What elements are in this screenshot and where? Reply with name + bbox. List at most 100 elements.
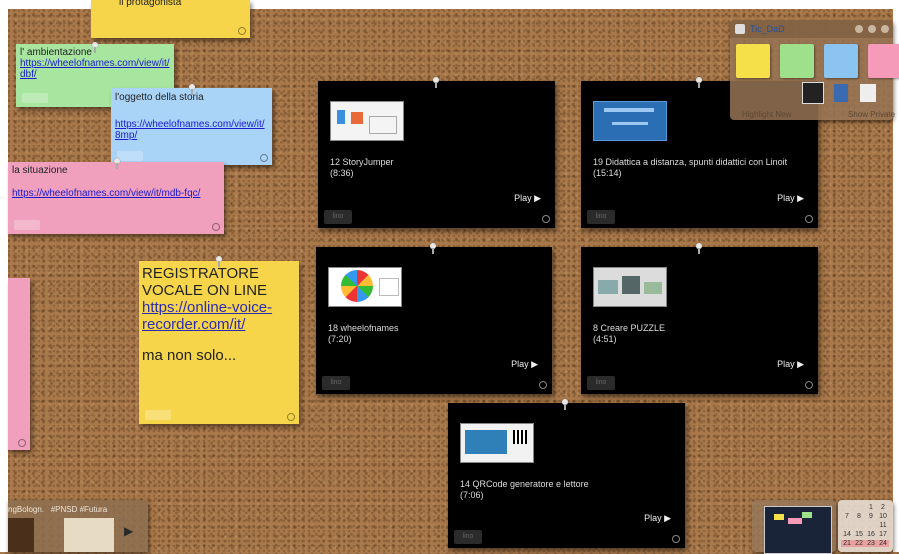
- note-corner-icon: [542, 215, 550, 223]
- note-color-swatch[interactable]: [868, 44, 899, 78]
- play-button[interactable]: Play ▶: [514, 193, 541, 204]
- calendar-day[interactable]: 17: [877, 531, 889, 538]
- video-title: 12 StoryJumper (8:36): [330, 157, 394, 178]
- play-button[interactable]: Play ▶: [777, 359, 804, 370]
- video-thumbnail: [593, 101, 667, 141]
- note-corner-icon: [212, 223, 220, 231]
- lino-logo-icon: lino: [324, 210, 352, 224]
- video-card[interactable]: 14 QRCode generatore e lettore (7:06) Pla…: [448, 403, 685, 548]
- window-button-icon[interactable]: [868, 25, 876, 33]
- pin-icon: [92, 42, 98, 53]
- calendar-day[interactable]: 7: [841, 513, 853, 520]
- calendar-day[interactable]: 21: [841, 540, 853, 547]
- play-button[interactable]: Play ▶: [644, 513, 671, 524]
- calendar-day[interactable]: 2: [877, 504, 889, 511]
- link-tool-icon[interactable]: [860, 84, 876, 102]
- video-title: 18 wheelofnames (7:20): [328, 323, 399, 344]
- calendar-panel: 1 2 7 8 9 10 11 14 15 16 17 21 22 23 24: [838, 500, 893, 552]
- note-registratore-link[interactable]: https://online-voice-recorder.com/it/: [142, 299, 296, 333]
- note-ambientazione-link[interactable]: https://wheelofnames.com/view/it/dbf/: [20, 58, 170, 80]
- calendar-day[interactable]: 23: [865, 540, 877, 547]
- note-oggetto[interactable]: l'oggetto della storia https://wheelofna…: [111, 88, 272, 165]
- calendar-row: 21 22 23 24: [841, 540, 889, 549]
- lino-logo-icon: lino: [454, 530, 482, 544]
- palette-titlebar: Tic_DaD: [730, 20, 893, 38]
- video-title: 8 Creare PUZZLE (4:51): [593, 323, 666, 344]
- calendar-day[interactable]: 14: [841, 531, 853, 538]
- highlight-new-toggle[interactable]: Highlight New: [742, 110, 791, 119]
- video-thumbnail: [330, 101, 404, 141]
- window-button-icon[interactable]: [881, 25, 889, 33]
- window-button-icon[interactable]: [855, 25, 863, 33]
- note-corner-icon: [805, 215, 813, 223]
- note-color-swatches: [736, 44, 899, 78]
- calendar-row: 12: [841, 504, 889, 513]
- frame-left-edge: [0, 0, 8, 552]
- calendar-day[interactable]: 10: [877, 513, 889, 520]
- video-card[interactable]: 8 Creare PUZZLE (4:51) Play ▶ lino: [581, 247, 818, 394]
- board-icon: [735, 24, 745, 34]
- video-card[interactable]: 12 StoryJumper (8:36) Play ▶ lino: [318, 81, 555, 228]
- pin-icon: [696, 77, 702, 88]
- tag-thumb: [64, 518, 114, 552]
- calendar-day[interactable]: 24: [877, 540, 889, 547]
- tags-panel: ngBologn. #PNSD #Futura ▶: [8, 500, 148, 552]
- note-oggetto-link[interactable]: https://wheelofnames.com/view/it/8mp/: [115, 119, 268, 141]
- board-title: Tic_DaD: [750, 24, 785, 34]
- calendar-grid: 1 2 7 8 9 10 11 14 15 16 17 21 22 23 24: [841, 504, 889, 549]
- image-tool-icon[interactable]: [802, 82, 824, 104]
- play-button[interactable]: Play ▶: [511, 359, 538, 370]
- tag-thumb: [8, 518, 34, 552]
- calendar-day[interactable]: 16: [865, 531, 877, 538]
- video-card[interactable]: 18 wheelofnames (7:20) Play ▶ lino: [316, 247, 552, 394]
- note-corner-icon: [238, 27, 246, 35]
- calendar-row: 7 8 9 10: [841, 513, 889, 522]
- note-registratore-heading: REGISTRATORE VOCALE ON LINE: [142, 265, 268, 299]
- note-corner-icon: [805, 381, 813, 389]
- tags-text[interactable]: ngBologn. #PNSD #Futura: [8, 505, 107, 514]
- video-title: 14 QRCode generatore e lettore (7:06): [460, 479, 589, 500]
- lino-logo-icon: lino: [587, 210, 615, 224]
- lino-logo-icon: lino: [322, 376, 350, 390]
- calendar-day[interactable]: 1: [865, 504, 877, 511]
- video-thumbnail: [593, 267, 667, 307]
- note-corner-icon: [539, 381, 547, 389]
- calendar-day[interactable]: 9: [865, 513, 877, 520]
- pin-icon: [433, 77, 439, 88]
- calendar-day[interactable]: 22: [853, 540, 865, 547]
- note-palette-panel: Tic_DaD Highlight New Show Private: [730, 20, 899, 120]
- note-registratore[interactable]: REGISTRATORE VOCALE ON LINE https://onli…: [139, 261, 299, 424]
- lino-logo-icon: lino: [587, 376, 615, 390]
- note-pink-partial[interactable]: [8, 278, 30, 450]
- note-corner-icon: [287, 413, 295, 421]
- pin-icon: [696, 243, 702, 254]
- pin-icon: [189, 84, 195, 95]
- note-situazione[interactable]: la situazione https://wheelofnames.com/v…: [8, 162, 224, 234]
- note-color-swatch[interactable]: [736, 44, 770, 78]
- video-title: 19 Didattica a distanza, spunti didattic…: [593, 157, 788, 178]
- pin-icon: [114, 158, 120, 169]
- calendar-row: 14 15 16 17: [841, 531, 889, 540]
- note-situazione-link[interactable]: https://wheelofnames.com/view/it/mdb-fqc…: [12, 188, 220, 199]
- note-color-swatch[interactable]: [780, 44, 814, 78]
- note-color-swatch[interactable]: [824, 44, 858, 78]
- calendar-day[interactable]: 15: [853, 531, 865, 538]
- note-stamp-icon: [117, 151, 143, 161]
- note-protagonista-text: il protagonista: [119, 0, 182, 8]
- note-stamp-icon: [145, 410, 171, 420]
- note-protagonista[interactable]: il protagonista: [91, 0, 250, 38]
- calendar-day[interactable]: 11: [877, 522, 889, 529]
- pin-icon: [430, 243, 436, 254]
- note-corner-icon: [260, 154, 268, 162]
- calendar-row: 11: [841, 522, 889, 531]
- play-button[interactable]: Play ▶: [777, 193, 804, 204]
- video-thumbnail: [460, 423, 534, 463]
- note-stamp-icon: [14, 220, 40, 230]
- play-arrow-icon[interactable]: ▶: [124, 524, 133, 538]
- calendar-day[interactable]: 8: [853, 513, 865, 520]
- attachment-tools: [802, 82, 892, 104]
- video-tool-icon[interactable]: [834, 84, 848, 102]
- show-private-toggle[interactable]: Show Private: [848, 110, 895, 119]
- pin-icon: [216, 256, 222, 267]
- note-registratore-footer: ma non solo...: [142, 347, 237, 364]
